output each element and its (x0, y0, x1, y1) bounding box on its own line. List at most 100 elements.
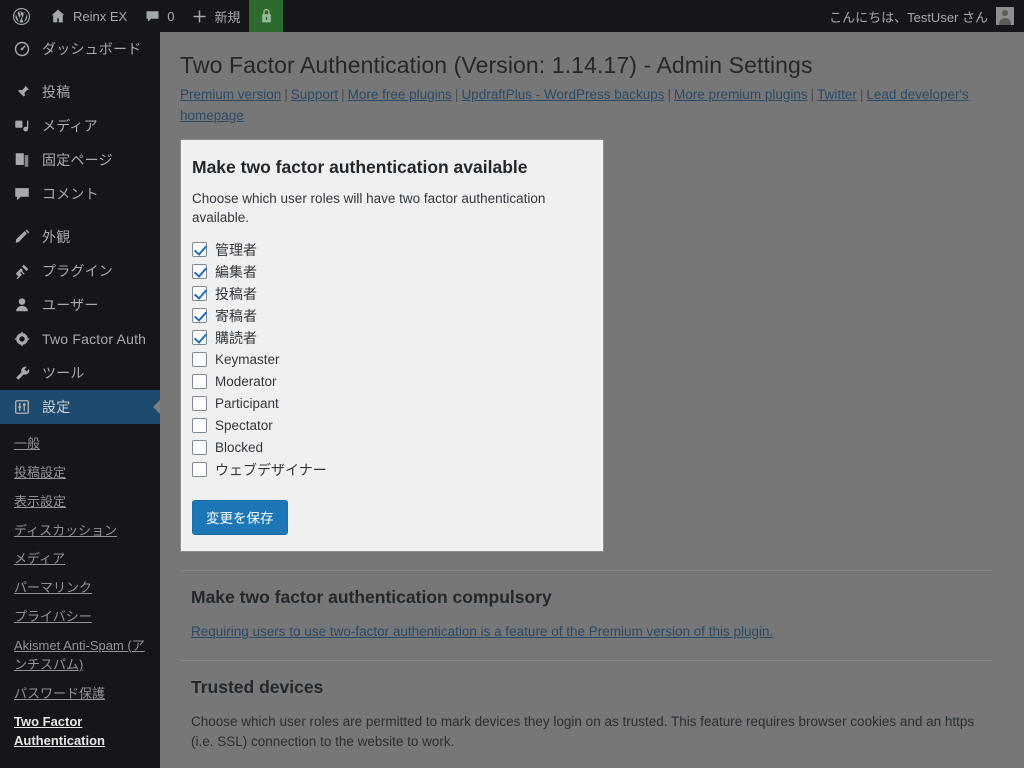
sidebar-item-9[interactable]: ツール (0, 356, 160, 390)
role-label: 編集者 (215, 263, 257, 280)
role-checkbox[interactable] (192, 330, 207, 346)
sidebar-item-label: Two Factor Auth (42, 331, 147, 347)
role-row-5[interactable]: Keymaster (192, 349, 589, 371)
plugin-link-0[interactable]: Premium version (180, 87, 281, 102)
role-row-1[interactable]: 編集者 (192, 261, 589, 283)
role-checkbox[interactable] (192, 286, 207, 302)
sidebar-item-10[interactable]: 設定 (0, 390, 160, 424)
role-row-0[interactable]: 管理者 (192, 239, 589, 261)
submenu-item-7[interactable]: Akismet Anti-Spam (アンチスパム) (0, 632, 160, 680)
pin-icon (12, 82, 32, 102)
role-row-4[interactable]: 購読者 (192, 327, 589, 349)
role-label: 管理者 (215, 241, 257, 258)
plugin-link-4[interactable]: More premium plugins (674, 87, 808, 102)
available-description: Choose which user roles will have two fa… (192, 190, 546, 225)
role-row-8[interactable]: Spectator (192, 415, 589, 437)
compulsory-link-wrap: Requiring users to use two-factor authen… (180, 608, 980, 642)
role-checkbox[interactable] (192, 264, 207, 280)
submenu-item-0[interactable]: 一般 (0, 430, 160, 459)
dashboard-icon (12, 39, 32, 59)
comments-button[interactable]: 0 (136, 0, 183, 32)
sidebar-item-label: ダッシュボード (42, 41, 142, 57)
avatar (996, 7, 1014, 25)
role-checkbox[interactable] (192, 462, 207, 478)
role-label: Participant (215, 396, 279, 412)
role-row-2[interactable]: 投稿者 (192, 283, 589, 305)
sidebar-item-label: 固定ページ (42, 152, 113, 168)
submenu-item-2[interactable]: 表示設定 (0, 488, 160, 517)
compulsory-section: Make two factor authentication compulsor… (180, 571, 982, 642)
submenu-item-5[interactable]: パーマリンク (0, 574, 160, 603)
sidebar-separator (0, 211, 160, 220)
compulsory-premium-link[interactable]: Requiring users to use two-factor authen… (191, 624, 773, 639)
comments-count: 0 (167, 8, 175, 24)
sidebar-item-5[interactable]: 外観 (0, 220, 160, 254)
role-label: 購読者 (215, 329, 257, 346)
account-menu[interactable]: こんにちは、TestUser さん (829, 0, 1024, 32)
settings-submenu: 一般 投稿設定 表示設定 ディスカッション メディア パーマリンク プライバシー Akisme… (0, 424, 160, 765)
role-checkbox[interactable] (192, 242, 207, 258)
role-row-10[interactable]: ウェブデザイナー (192, 459, 589, 481)
sidebar-item-8[interactable]: Two Factor Auth (0, 322, 160, 356)
role-row-3[interactable]: 寄稿者 (192, 305, 589, 327)
media-icon (12, 116, 32, 136)
submenu-item-6[interactable]: プライバシー (0, 603, 160, 632)
role-checkbox[interactable] (192, 308, 207, 324)
new-content-label: 新規 (214, 9, 241, 25)
home-icon (50, 8, 66, 24)
save-button[interactable]: 変更を保存 (192, 499, 288, 535)
settings-sliders-icon (12, 397, 32, 417)
role-checkbox[interactable] (192, 352, 207, 368)
site-name-button[interactable]: Reinx EX (41, 0, 136, 32)
lock-icon (259, 8, 274, 24)
new-content-button[interactable]: 新規 (183, 0, 249, 32)
site-name-label: Reinx EX (73, 8, 128, 24)
comment-bubble-icon (145, 9, 160, 24)
sidebar-item-7[interactable]: ユーザー (0, 288, 160, 322)
plugin-link-3[interactable]: UpdraftPlus - WordPress backups (461, 87, 664, 102)
greeting-label: こんにちは、TestUser さん (829, 9, 988, 25)
trusted-devices-description: Choose which user roles are permitted to… (191, 713, 975, 750)
sidebar-item-2[interactable]: メディア (0, 109, 160, 143)
sidebar-item-label: プラグイン (42, 263, 113, 279)
submenu-item-3[interactable]: ディスカッション (0, 517, 160, 546)
plugin-link-5[interactable]: Twitter (817, 87, 857, 102)
submenu-item-8[interactable]: パスワード保護 (0, 680, 160, 709)
link-separator: | (667, 86, 672, 102)
role-checkbox[interactable] (192, 418, 207, 434)
role-checkbox[interactable] (192, 374, 207, 390)
sidebar-item-4[interactable]: コメント (0, 177, 160, 211)
security-lock-button[interactable] (249, 0, 284, 32)
submenu-item-1[interactable]: 投稿設定 (0, 459, 160, 488)
link-separator: | (810, 86, 815, 102)
sidebar-item-6[interactable]: プラグイン (0, 254, 160, 288)
two-factor-auth-icon (12, 329, 32, 349)
link-separator: | (859, 86, 864, 102)
sidebar-item-3[interactable]: 固定ページ (0, 143, 160, 177)
submenu-item-9[interactable]: Two Factor Authentication (0, 708, 160, 756)
plugin-link-2[interactable]: More free plugins (348, 87, 452, 102)
role-row-9[interactable]: Blocked (192, 437, 589, 459)
role-label: 投稿者 (215, 285, 257, 302)
role-row-6[interactable]: Moderator (192, 371, 589, 393)
sidebar-item-label: 投稿 (42, 84, 71, 100)
role-label: Blocked (215, 440, 264, 456)
plugin-links-row: Premium version | Support | More free plugin… (180, 85, 982, 131)
role-checkbox[interactable] (192, 396, 207, 412)
link-separator: | (284, 86, 288, 102)
role-row-7[interactable]: Participant (192, 393, 589, 415)
admin-bar: Reinx EX 0 新規 こんにちは、TestUser さん (0, 0, 1024, 32)
role-checkbox[interactable] (192, 440, 207, 456)
available-heading: Make two factor authentication available (192, 156, 528, 177)
sidebar-item-0[interactable]: ダッシュボード (0, 32, 160, 66)
wordpress-logo-button[interactable] (0, 0, 41, 32)
trusted-devices-heading: Trusted devices (191, 676, 324, 697)
appearance-brush-icon (12, 227, 32, 247)
sidebar-item-1[interactable]: 投稿 (0, 75, 160, 109)
submenu-item-4[interactable]: メディア (0, 545, 160, 574)
wrench-icon (12, 363, 32, 383)
plugin-link-1[interactable]: Support (291, 87, 338, 102)
link-separator: | (454, 86, 459, 102)
page-icon (12, 150, 32, 170)
trusted-link-wrap: Allowing users to mark a device as trust… (180, 752, 980, 768)
